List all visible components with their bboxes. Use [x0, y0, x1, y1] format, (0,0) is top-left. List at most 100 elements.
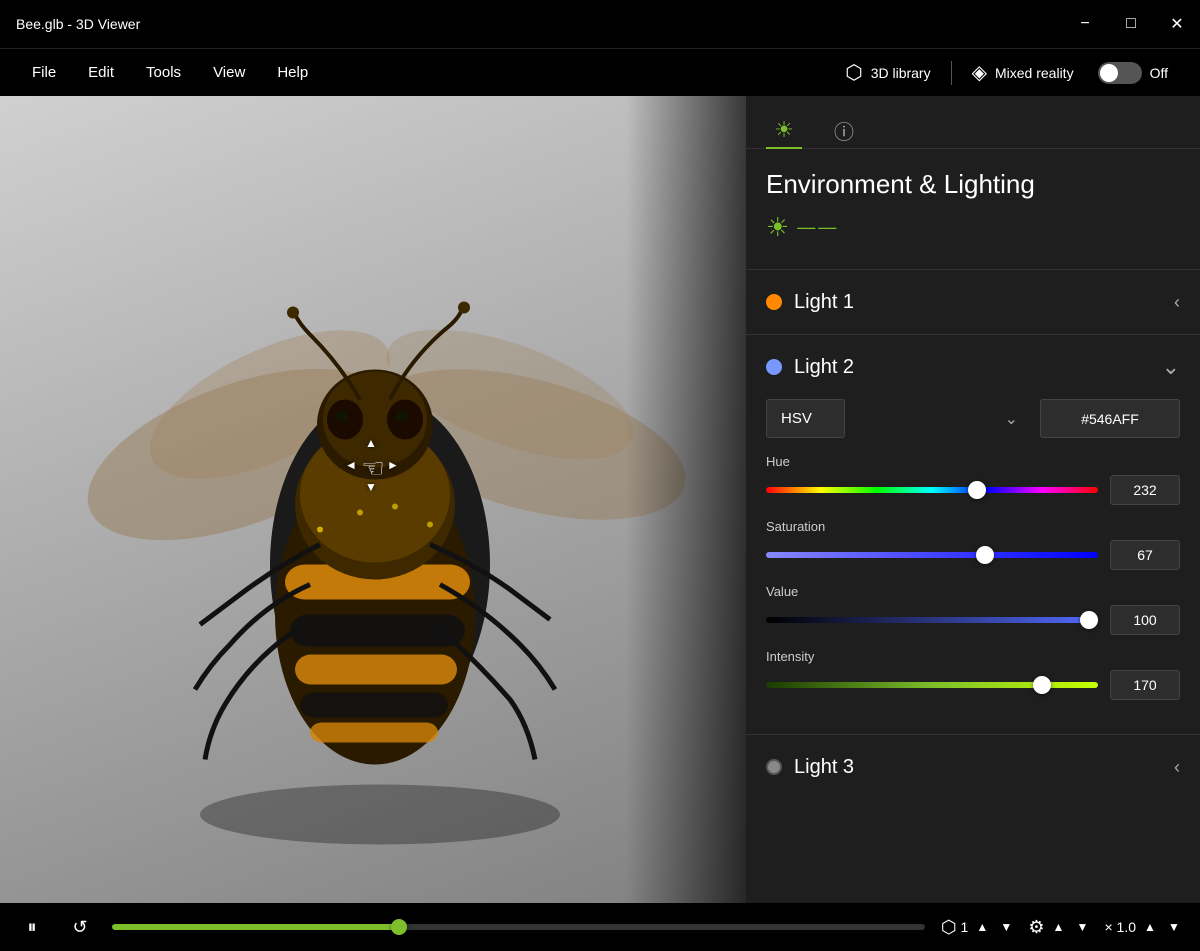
value-value-input[interactable] — [1110, 605, 1180, 635]
bee-right-eye-highlight — [396, 411, 408, 423]
menubar-right: ⬡ 3D library ◈ Mixed reality Off — [829, 49, 1184, 97]
light-3-label: Light 3 — [794, 756, 854, 779]
replay-button[interactable]: ↺ — [64, 911, 96, 943]
library-icon: ⬡ — [845, 60, 862, 85]
hue-slider-container — [766, 475, 1180, 505]
side-panel: ☀ ⓘ Environment & Lighting ☀ —— Light 1 … — [746, 96, 1200, 903]
models-icon: ⬡ — [941, 917, 957, 938]
color-mode-select[interactable]: HSV RGB HEX — [766, 399, 845, 438]
light-1-dot — [766, 294, 782, 310]
light-3-dot — [766, 759, 782, 775]
intensity-value-input[interactable] — [1110, 670, 1180, 700]
mixed-reality-toggle[interactable] — [1098, 62, 1142, 84]
value-slider-container — [766, 605, 1180, 635]
bee-stripe-3 — [295, 655, 457, 685]
light-2-chevron: ⌄ — [1162, 354, 1180, 380]
bee-stripe-5 — [310, 723, 438, 743]
color-mode-wrapper: HSV RGB HEX — [766, 399, 1030, 438]
decorative-dash: —— — [797, 217, 839, 238]
light-1-chevron: ‹ — [1174, 292, 1180, 313]
menu-view[interactable]: View — [197, 49, 261, 97]
saturation-slider[interactable] — [766, 552, 1098, 558]
pollen-2 — [357, 510, 363, 516]
replay-icon: ↺ — [72, 917, 87, 938]
saturation-slider-row: Saturation — [766, 519, 1180, 570]
light-2-label: Light 2 — [794, 356, 854, 379]
light-2-body: HSV RGB HEX Hue — [766, 399, 1180, 734]
light-2-section: Light 2 ⌄ HSV RGB HEX — [746, 334, 1200, 734]
bee-shadow — [200, 785, 560, 845]
close-button[interactable]: ✕ — [1154, 0, 1200, 48]
window-controls: − □ ✕ — [1062, 0, 1200, 48]
settings-control-group: ⚙ ▲ ▼ — [1028, 911, 1092, 943]
settings-down-button[interactable]: ▼ — [1072, 911, 1092, 943]
models-down-button[interactable]: ▼ — [996, 911, 1016, 943]
titlebar: Bee.glb - 3D Viewer − □ ✕ — [0, 0, 1200, 48]
play-pause-button[interactable]: ⏸ — [16, 911, 48, 943]
library-button[interactable]: ⬡ 3D library — [829, 49, 946, 97]
saturation-slider-container — [766, 540, 1180, 570]
light-3-header-left: Light 3 — [766, 756, 854, 779]
play-pause-icon: ⏸ — [28, 917, 37, 938]
bee-stripe-4 — [300, 693, 448, 718]
models-up-button[interactable]: ▲ — [972, 911, 992, 943]
scale-control-group: × 1.0 ▲ ▼ — [1104, 911, 1184, 943]
hue-slider[interactable] — [766, 487, 1098, 493]
mixed-reality-label: Mixed reality — [995, 65, 1074, 81]
info-icon: ⓘ — [834, 116, 854, 145]
pollen-3 — [392, 504, 398, 510]
panel-icon-row: ☀ —— — [766, 212, 1180, 243]
window-title: Bee.glb - 3D Viewer — [16, 16, 140, 32]
light-3-chevron: ‹ — [1174, 757, 1180, 778]
light-2-header-left: Light 2 — [766, 356, 854, 379]
3d-viewport[interactable]: ▲ ▼ ◄ ► ☜ — [0, 96, 746, 903]
intensity-slider-row: Intensity — [766, 649, 1180, 700]
light-1-header[interactable]: Light 1 ‹ — [766, 270, 1180, 334]
scale-up-button[interactable]: ▲ — [1140, 911, 1160, 943]
hue-value-input[interactable] — [1110, 475, 1180, 505]
tab-lighting[interactable]: ☀ — [766, 112, 802, 148]
decorative-sun-icon: ☀ — [766, 212, 789, 243]
settings-up-button[interactable]: ▲ — [1048, 911, 1068, 943]
sun-icon: ☀ — [774, 117, 794, 143]
settings-icon: ⚙ — [1028, 917, 1044, 938]
viewport-edge-gradient — [626, 96, 746, 903]
bottom-right-controls: ⬡ 1 ▲ ▼ ⚙ ▲ ▼ × 1.0 ▲ ▼ — [941, 911, 1184, 943]
hue-slider-row: Hue — [766, 454, 1180, 505]
color-picker-row: HSV RGB HEX — [766, 399, 1180, 438]
menu-help[interactable]: Help — [261, 49, 324, 97]
toolbar-divider — [951, 61, 952, 85]
light-1-label: Light 1 — [794, 291, 854, 314]
light-3-section: Light 3 ‹ — [746, 734, 1200, 799]
right-antenna-tip — [458, 302, 470, 314]
scale-label: × 1.0 — [1104, 919, 1136, 935]
toggle-off-label: Off — [1150, 65, 1168, 81]
bee-left-eye-highlight — [336, 411, 348, 423]
scale-down-button[interactable]: ▼ — [1164, 911, 1184, 943]
menu-file[interactable]: File — [16, 49, 72, 97]
mixed-reality-button[interactable]: ◈ Mixed reality — [956, 49, 1090, 97]
toggle-slider — [1098, 62, 1142, 84]
value-slider-row: Value — [766, 584, 1180, 635]
playback-progress-slider[interactable] — [112, 924, 925, 930]
menubar: File Edit Tools View Help ⬡ 3D library ◈… — [0, 48, 1200, 96]
panel-title-area: Environment & Lighting ☀ —— — [746, 149, 1200, 269]
light-2-dot — [766, 359, 782, 375]
intensity-slider[interactable] — [766, 682, 1098, 688]
library-label: 3D library — [871, 65, 931, 81]
tab-info[interactable]: ⓘ — [826, 112, 862, 148]
pollen-1 — [317, 527, 323, 533]
menu-tools[interactable]: Tools — [130, 49, 197, 97]
maximize-button[interactable]: □ — [1108, 0, 1154, 48]
light-3-header[interactable]: Light 3 ‹ — [766, 735, 1180, 799]
intensity-slider-container — [766, 670, 1180, 700]
light-2-header[interactable]: Light 2 ⌄ — [766, 335, 1180, 399]
value-slider[interactable] — [766, 617, 1098, 623]
color-hex-input[interactable] — [1040, 399, 1180, 438]
menu-edit[interactable]: Edit — [72, 49, 130, 97]
light-1-header-left: Light 1 — [766, 291, 854, 314]
pollen-4 — [427, 522, 433, 528]
minimize-button[interactable]: − — [1062, 0, 1108, 48]
saturation-value-input[interactable] — [1110, 540, 1180, 570]
light-1-section: Light 1 ‹ — [746, 269, 1200, 334]
